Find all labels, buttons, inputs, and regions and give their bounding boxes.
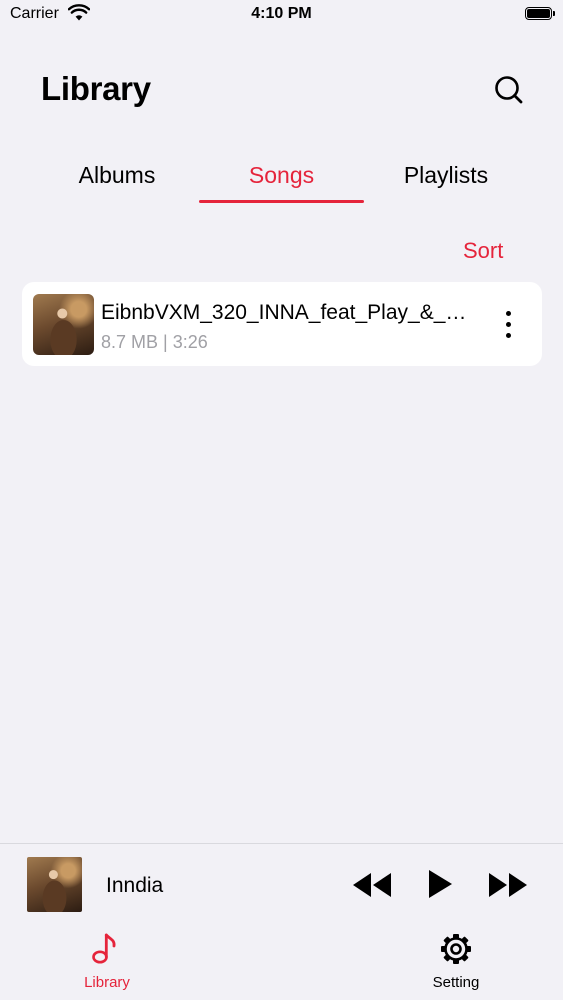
selected-tab-indicator	[199, 200, 364, 203]
song-title: EibnbVXM_320_INNA_feat_Play_&_Win_-_Innd…	[101, 301, 481, 324]
tab-playlists[interactable]: Playlists	[364, 162, 528, 189]
search-icon	[495, 76, 523, 104]
tab-albums[interactable]: Albums	[35, 162, 199, 189]
page-title: Library	[41, 70, 151, 107]
gear-icon	[441, 934, 471, 964]
play-icon	[429, 870, 452, 898]
sort-button[interactable]: Sort	[463, 238, 503, 264]
song-size: 8.7 MB	[101, 332, 159, 352]
tab-bar-setting-label: Setting	[432, 974, 480, 991]
music-note-icon	[92, 933, 116, 964]
now-playing-artwork	[27, 857, 82, 912]
more-vertical-icon	[506, 311, 511, 316]
meta-separator: |	[163, 332, 168, 352]
rewind-icon	[353, 873, 391, 897]
song-meta: 8.7 MB | 3:26	[101, 332, 208, 353]
song-list-item[interactable]: EibnbVXM_320_INNA_feat_Play_&_Win_-_Innd…	[22, 282, 542, 366]
status-time: 4:10 PM	[251, 5, 312, 22]
more-dot	[506, 333, 511, 338]
status-bar: Carrier 4:10 PM	[0, 0, 563, 30]
battery-icon	[525, 7, 555, 21]
tab-bar-library-label: Library	[84, 974, 130, 991]
previous-button[interactable]	[350, 870, 394, 900]
now-playing-title: Inndia	[106, 874, 164, 897]
search-button[interactable]	[490, 72, 526, 108]
tab-bar-library[interactable]: Library	[47, 925, 167, 1000]
tab-songs[interactable]: Songs	[199, 162, 364, 189]
fast-forward-icon	[489, 873, 527, 897]
more-dot	[506, 322, 511, 327]
song-artwork	[33, 294, 94, 355]
tab-bar: Library Setting	[0, 925, 563, 1000]
mini-player[interactable]: Inndia	[0, 843, 563, 926]
song-duration: 3:26	[172, 332, 208, 352]
next-button[interactable]	[486, 870, 530, 900]
tab-bar-setting[interactable]: Setting	[396, 925, 516, 1000]
play-button[interactable]	[425, 868, 455, 900]
more-options-button[interactable]	[496, 306, 520, 342]
